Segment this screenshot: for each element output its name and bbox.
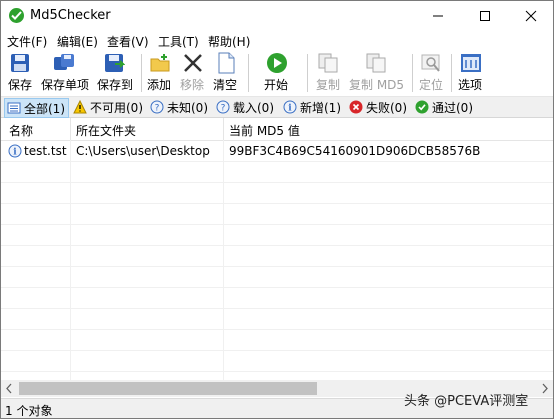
copy-md5-icon [366, 53, 386, 73]
minimize-icon [433, 15, 443, 17]
save-item-button[interactable]: 保存单项 [39, 50, 91, 96]
empty-row [1, 309, 553, 330]
empty-row [1, 183, 553, 204]
svg-text:?: ? [221, 104, 226, 114]
menu-file[interactable]: 文件(F) [7, 33, 47, 50]
load-question-icon: ? [216, 100, 230, 114]
start-button[interactable]: 开始 [259, 50, 295, 96]
filter-new[interactable]: i 新增(1) [281, 98, 343, 116]
column-divider[interactable] [223, 118, 224, 140]
scroll-left-arrow-icon [6, 383, 12, 394]
maximize-button[interactable] [462, 1, 508, 31]
list-header: 名称 所在文件夹 当前 MD5 值 [1, 118, 553, 141]
filter-failed[interactable]: 失败(0) [347, 98, 409, 116]
options-icon [461, 54, 481, 72]
start-play-icon [267, 53, 287, 73]
toolbar-separator [307, 54, 308, 92]
filter-all[interactable]: 全部(1) [4, 98, 69, 118]
filter-passed[interactable]: 通过(0) [413, 98, 475, 116]
empty-row [1, 351, 553, 372]
empty-row [1, 225, 553, 246]
copy-button[interactable]: 复制 [313, 50, 343, 96]
scroll-thumb[interactable] [19, 382, 317, 395]
copy-icon [318, 53, 338, 73]
column-header-folder[interactable]: 所在文件夹 [76, 122, 136, 139]
toolbar-separator [451, 54, 452, 92]
empty-row [1, 204, 553, 225]
warning-icon [73, 100, 87, 114]
empty-row [1, 288, 553, 309]
toolbar-separator [412, 54, 413, 92]
column-header-md5[interactable]: 当前 MD5 值 [229, 122, 300, 139]
copy-md5-button[interactable]: 复制 MD5 [347, 50, 405, 96]
app-window: Md5Checker 文件(F) 编辑(E) 查看(V) 工具(T) 帮助(H)… [0, 0, 554, 419]
scroll-right-arrow-icon [542, 383, 548, 394]
close-button[interactable] [508, 1, 553, 31]
watermark-text: 头条 @PCEVA评测室 [404, 394, 529, 409]
toolbar: 保存 保存单项 保存到 添加 移除 清空 开始 复制 复制 MD5 定位 选项 [1, 50, 553, 97]
window-title: Md5Checker [30, 8, 111, 23]
clear-document-icon [218, 52, 235, 74]
info-icon: i [283, 100, 297, 114]
menu-view[interactable]: 查看(V) [107, 33, 149, 50]
svg-text:?: ? [155, 104, 160, 114]
question-icon: ? [150, 100, 164, 114]
add-button[interactable]: 添加 [146, 50, 174, 96]
clear-button[interactable]: 清空 [212, 50, 240, 96]
table-row[interactable]: i test.tst C:\Users\user\Desktop 99BF3C4… [1, 141, 553, 162]
remove-x-icon [184, 54, 202, 72]
minimize-button[interactable] [415, 1, 461, 31]
close-icon [525, 10, 537, 22]
save-item-icon [54, 54, 74, 70]
empty-row [1, 330, 553, 351]
filter-unknown[interactable]: ? 未知(0) [148, 98, 210, 116]
locate-button[interactable]: 定位 [417, 50, 445, 96]
column-header-name[interactable]: 名称 [9, 122, 33, 139]
pass-check-icon [415, 100, 429, 114]
remove-button[interactable]: 移除 [179, 50, 207, 96]
list-icon [7, 102, 21, 114]
options-button[interactable]: 选项 [456, 50, 486, 96]
filter-loaded[interactable]: ? 载入(0) [214, 98, 276, 116]
scroll-right-button[interactable] [536, 380, 553, 397]
menu-edit[interactable]: 编辑(E) [57, 33, 98, 50]
menu-tools[interactable]: 工具(T) [158, 33, 199, 50]
file-name: test.tst [24, 144, 67, 158]
menu-help[interactable]: 帮助(H) [208, 33, 250, 50]
save-icon [11, 54, 29, 72]
filter-bar: 全部(1) 不可用(0) ? 未知(0) ? 载入(0) i 新增(1) 失败(… [1, 97, 553, 118]
file-list[interactable]: 名称 所在文件夹 当前 MD5 值 i test.tst C:\Users\us… [1, 118, 553, 380]
file-folder: C:\Users\user\Desktop [76, 144, 210, 158]
file-md5: 99BF3C4B69C54160901D906DCB58576B [229, 144, 481, 158]
locate-icon [421, 54, 440, 72]
column-divider[interactable] [70, 118, 71, 140]
maximize-icon [480, 11, 490, 21]
app-check-icon [9, 8, 24, 23]
save-to-button[interactable]: 保存到 [95, 50, 133, 96]
toolbar-separator [248, 54, 249, 92]
empty-row [1, 246, 553, 267]
add-folder-icon [150, 54, 170, 72]
title-bar[interactable]: Md5Checker [1, 1, 553, 31]
filter-unavailable[interactable]: 不可用(0) [71, 98, 143, 116]
empty-row [1, 267, 553, 288]
save-button[interactable]: 保存 [5, 50, 33, 96]
info-icon: i [8, 144, 22, 158]
svg-text:i: i [288, 104, 292, 114]
status-text: 1 个对象 [5, 404, 53, 418]
save-to-icon [105, 54, 125, 72]
empty-row [1, 162, 553, 183]
svg-text:i: i [13, 148, 17, 158]
menu-bar: 文件(F) 编辑(E) 查看(V) 工具(T) 帮助(H) [1, 31, 553, 50]
toolbar-separator [141, 54, 142, 92]
fail-icon [349, 100, 363, 114]
scroll-left-button[interactable] [1, 380, 18, 397]
